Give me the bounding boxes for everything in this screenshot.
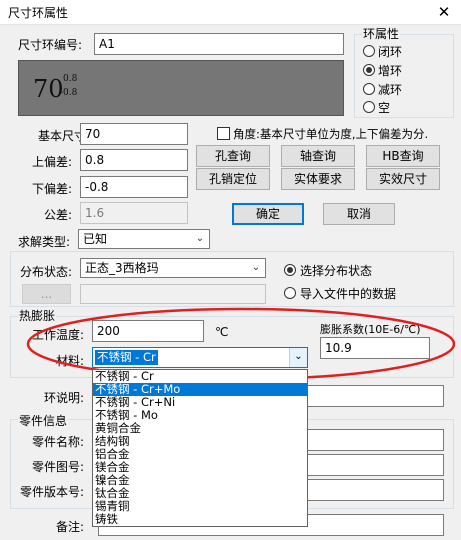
radio-import-file-icon[interactable]	[284, 287, 296, 299]
title-bar: 尺寸环属性 ✕	[0, 0, 461, 25]
preview-base: 70	[33, 75, 64, 103]
radio-empty-label: 空	[378, 101, 391, 115]
browse-button: ...	[22, 284, 71, 304]
solve-type-label: 求解类型:	[18, 235, 71, 249]
preview-upper: 0.8	[63, 74, 78, 84]
shaft-query-button[interactable]: 轴查询	[281, 145, 355, 167]
entity-requirement-button[interactable]: 实体要求	[281, 168, 355, 190]
chevron-down-icon[interactable]: ⌄	[248, 259, 264, 277]
hb-query-button[interactable]: HB查询	[366, 145, 440, 167]
chevron-down-icon[interactable]: ⌄	[289, 348, 307, 367]
radio-increase-icon[interactable]	[363, 64, 375, 76]
ring-id-label: 尺寸环编号:	[18, 38, 83, 52]
distribution-select[interactable]: 正态_3西格玛 ⌄	[80, 258, 266, 278]
base-size-input[interactable]: 70	[80, 123, 188, 145]
solve-type-value: 已知	[83, 232, 108, 246]
part-info-legend: 零件信息	[18, 412, 69, 429]
solve-type-select[interactable]: 已知 ⌄	[78, 229, 210, 249]
cancel-button[interactable]: 取消	[323, 203, 395, 225]
base-size-label: 基本尺寸:	[37, 129, 90, 143]
material-value: 不锈钢 - Cr	[95, 350, 158, 365]
radio-closed-icon[interactable]	[363, 45, 375, 57]
material-label: 材料:	[56, 354, 85, 368]
radio-decrease-label: 减环	[378, 83, 403, 97]
upper-dev-input[interactable]: 0.8	[80, 149, 188, 171]
ring-id-input[interactable]: A1	[94, 33, 344, 55]
work-temp-input[interactable]: 200	[92, 320, 204, 342]
dimension-preview: 70 0.8 -0.8	[18, 60, 344, 116]
hole-pin-button[interactable]: 孔销定位	[196, 168, 270, 190]
part-drawing-label: 零件图号:	[31, 460, 84, 474]
actual-size-button[interactable]: 实效尺寸	[366, 168, 440, 190]
radio-import-file-label: 导入文件中的数据	[300, 287, 397, 301]
angle-checkbox-box[interactable]	[217, 127, 230, 140]
hole-query-button[interactable]: 孔查询	[196, 145, 270, 167]
radio-select-distribution-icon[interactable]	[284, 264, 296, 276]
ring-property-legend: 环属性	[362, 25, 401, 42]
chevron-down-icon[interactable]: ⌄	[192, 230, 208, 248]
upper-dev-label: 上偏差:	[31, 155, 72, 169]
material-dropdown-list: 不锈钢 - Cr 不锈钢 - Cr+Mo 不锈钢 - Cr+Ni 不锈钢 - M…	[92, 369, 308, 527]
distribution-label: 分布状态:	[20, 265, 73, 279]
file-path-input	[80, 284, 266, 304]
preview-lower: -0.8	[60, 88, 78, 98]
expansion-coef-label: 膨胀系数(10E-6/℃)	[320, 323, 421, 336]
material-select[interactable]: 不锈钢 - Cr ⌄	[92, 347, 308, 368]
expansion-coef-input[interactable]: 10.9	[320, 337, 430, 359]
close-icon[interactable]: ✕	[432, 2, 456, 22]
work-temp-label: 工作温度:	[32, 328, 85, 342]
temp-unit: ℃	[215, 325, 229, 339]
ring-note-label: 环说明:	[44, 391, 85, 405]
ok-button[interactable]: 确定	[232, 203, 304, 225]
angle-checkbox-label: 角度:基本尺寸单位为度,上下偏差为分.	[233, 127, 429, 141]
radio-decrease-icon[interactable]	[363, 83, 375, 95]
thermal-legend: 热膨胀	[18, 307, 57, 324]
lower-dev-input[interactable]: -0.8	[80, 176, 188, 198]
radio-select-distribution-label: 选择分布状态	[300, 264, 373, 278]
radio-increase-label: 增环	[378, 64, 403, 78]
part-name-label: 零件名称:	[31, 435, 84, 449]
distribution-value: 正态_3西格玛	[85, 261, 159, 275]
radio-closed-label: 闭环	[378, 45, 403, 59]
lower-dev-label: 下偏差:	[31, 182, 72, 196]
material-option[interactable]: 铸铁	[93, 513, 307, 526]
remark-label: 备注:	[55, 520, 84, 534]
tolerance-label: 公差:	[43, 208, 72, 222]
material-option[interactable]: 锡青铜	[93, 500, 307, 513]
tolerance-input: 1.6	[80, 202, 188, 224]
part-version-label: 零件版本号:	[19, 485, 84, 499]
radio-empty-icon[interactable]	[363, 101, 375, 113]
window-title: 尺寸环属性	[8, 6, 69, 20]
